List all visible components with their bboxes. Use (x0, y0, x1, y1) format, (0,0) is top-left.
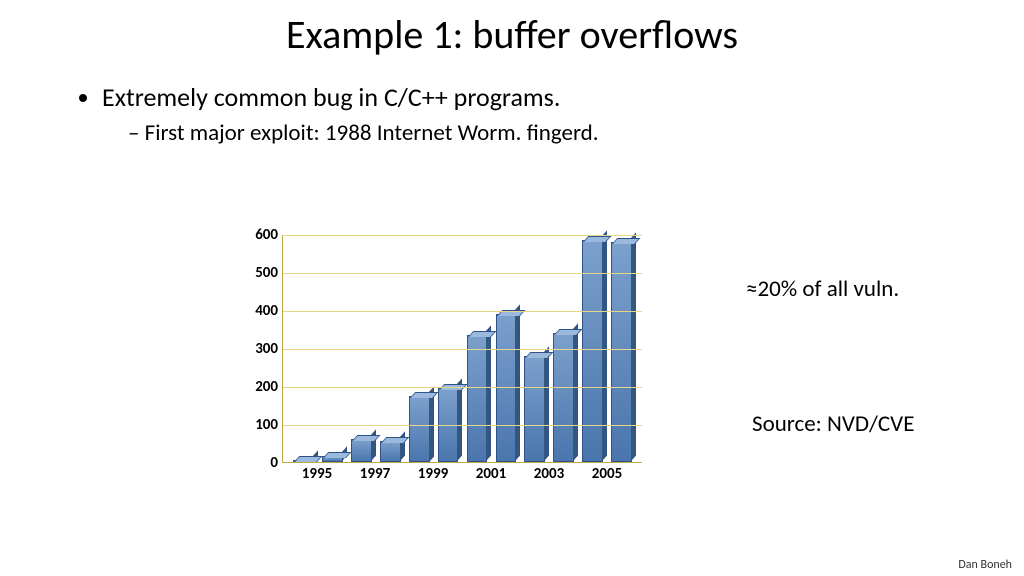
y-tick-label: 300 (230, 340, 278, 358)
bar (467, 335, 488, 462)
grid-line (283, 235, 642, 236)
bar (380, 441, 401, 462)
y-tick-label: 100 (230, 416, 278, 434)
bullet-sub: First major exploit: 1988 Internet Worm.… (128, 119, 964, 147)
x-tick-label: 1999 (404, 465, 462, 483)
x-tick-label: 2001 (462, 465, 520, 483)
grid-line (283, 387, 642, 388)
grid-line (283, 311, 642, 312)
bar (322, 456, 343, 462)
y-tick-label: 0 (230, 454, 278, 472)
y-tick-label: 500 (230, 264, 278, 282)
x-tick-label: 1997 (346, 465, 404, 483)
y-tick-label: 400 (230, 302, 278, 320)
y-tick-label: 200 (230, 378, 278, 396)
bar (553, 333, 574, 462)
bar (293, 460, 314, 462)
x-tick-label: 1995 (288, 465, 346, 483)
bullet-main: Extremely common bug in C/C++ programs. (102, 81, 964, 113)
annotation-source: Source: NVD/CVE (752, 410, 914, 438)
y-tick-label: 600 (230, 226, 278, 244)
bar (611, 242, 632, 462)
bar (409, 396, 430, 463)
grid-line (283, 349, 642, 350)
bullet-list: Extremely common bug in C/C++ programs. … (0, 59, 1024, 147)
footer-author: Dan Boneh (958, 558, 1012, 572)
grid-line (283, 273, 642, 274)
bar (524, 356, 545, 462)
annotation-percent: ≈20% of all vuln. (746, 275, 899, 303)
x-tick-label: 2003 (520, 465, 578, 483)
bar-chart: 199519971999200120032005 0 100 200 300 400 50… (220, 225, 660, 505)
grid-line (283, 425, 642, 426)
slide-title: Example 1: buffer overflows (0, 0, 1024, 59)
x-tick-label: 2005 (578, 465, 636, 483)
bar (351, 439, 372, 462)
